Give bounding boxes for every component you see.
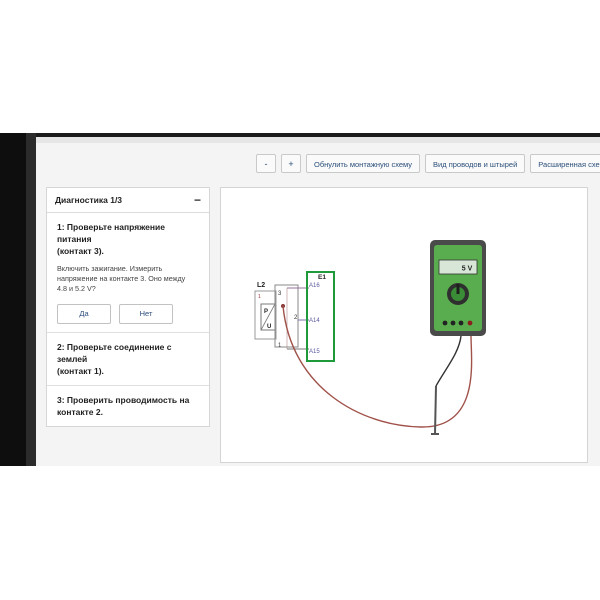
- reset-wiring-button[interactable]: Обнулить монтажную схему: [306, 154, 421, 173]
- multimeter-jack-v[interactable]: [467, 320, 473, 326]
- multimeter-dial-pointer: [456, 284, 460, 294]
- pin-a15-label: A15: [309, 349, 320, 355]
- sensor-p-label: P: [264, 309, 268, 315]
- diagnostics-title: Диагностика 1/3: [55, 195, 123, 205]
- top-strip: [36, 137, 600, 143]
- app-screen: - + Обнулить монтажную схему Вид проводо…: [36, 137, 600, 466]
- l2-pin-2: 2: [294, 315, 298, 321]
- diagnostic-step-1: 1: Проверьте напряжение питания (контакт…: [47, 213, 209, 333]
- step-2-title-line: 2: Проверьте соединение с землей: [57, 342, 172, 364]
- step-2-title-line: (контакт 1).: [57, 366, 104, 376]
- step-1-desc-line: напряжение на контакте 3. Оно между: [57, 274, 186, 283]
- diagnostic-step-3[interactable]: 3: Проверить проводимость на контакте 2.: [47, 386, 209, 426]
- step-1-desc-line: Включить зажигание. Измерить: [57, 264, 163, 273]
- video-frame: - + Обнулить монтажную схему Вид проводо…: [0, 133, 600, 466]
- step-3-title: 3: Проверить проводимость на контакте 2.: [57, 394, 199, 418]
- wiring-diagram: L2 1 P U 3 2 1 E1 A16 A14 A15 5 V: [220, 187, 588, 463]
- pin-a16-label: A16: [309, 283, 320, 289]
- black-test-lead[interactable]: [435, 335, 462, 387]
- step-1-title[interactable]: 1: Проверьте напряжение питания (контакт…: [57, 221, 199, 257]
- yes-button[interactable]: Да: [57, 304, 111, 324]
- black-probe[interactable]: [434, 385, 437, 435]
- pin-a14-label: A14: [309, 318, 320, 324]
- diagnostics-header: Диагностика 1/3 −: [47, 188, 209, 213]
- step-2-title: 2: Проверьте соединение с землей (контак…: [57, 341, 199, 377]
- toolbar: - + Обнулить монтажную схему Вид проводо…: [256, 154, 600, 173]
- video-left-border-inner: [26, 133, 36, 466]
- l2-label: L2: [257, 282, 265, 289]
- wires-pins-view-button[interactable]: Вид проводов и штырей: [425, 154, 526, 173]
- answer-buttons: Да Нет: [57, 304, 199, 324]
- diagnostic-step-2[interactable]: 2: Проверьте соединение с землей (контак…: [47, 333, 209, 386]
- multimeter-reading: 5 V: [462, 266, 473, 273]
- no-button[interactable]: Нет: [119, 304, 173, 324]
- sensor-u-label: U: [267, 324, 271, 330]
- step-1-desc-line: 4.8 и 5.2 V?: [57, 284, 96, 293]
- zoom-out-button[interactable]: -: [256, 154, 276, 173]
- e1-label: E1: [318, 274, 326, 281]
- step-1-title-line: (контакт 3).: [57, 246, 104, 256]
- diagnostics-panel: Диагностика 1/3 − 1: Проверьте напряжени…: [46, 187, 210, 427]
- step-3-title-line: контакте 2.: [57, 407, 103, 417]
- multimeter-jack-a[interactable]: [450, 320, 456, 326]
- collapse-button[interactable]: −: [194, 193, 201, 207]
- step-3-title-line: 3: Проверить проводимость на: [57, 395, 190, 405]
- l2-pin-1: 1: [278, 343, 282, 349]
- video-left-border: [0, 133, 26, 466]
- multimeter-jack-ma[interactable]: [458, 320, 464, 326]
- step-1-description: Включить зажигание. Измерить напряжение …: [57, 264, 199, 294]
- extended-schema-button[interactable]: Расширенная схема: [530, 154, 600, 173]
- l2-sub-label: 1: [258, 294, 261, 300]
- wiring-diagram-svg: L2 1 P U 3 2 1 E1 A16 A14 A15 5 V: [254, 240, 486, 435]
- step-1-title-line: 1: Проверьте напряжение питания: [57, 222, 165, 244]
- zoom-in-button[interactable]: +: [281, 154, 301, 173]
- l2-pin-3: 3: [278, 291, 282, 297]
- multimeter-jack-com[interactable]: [442, 320, 448, 326]
